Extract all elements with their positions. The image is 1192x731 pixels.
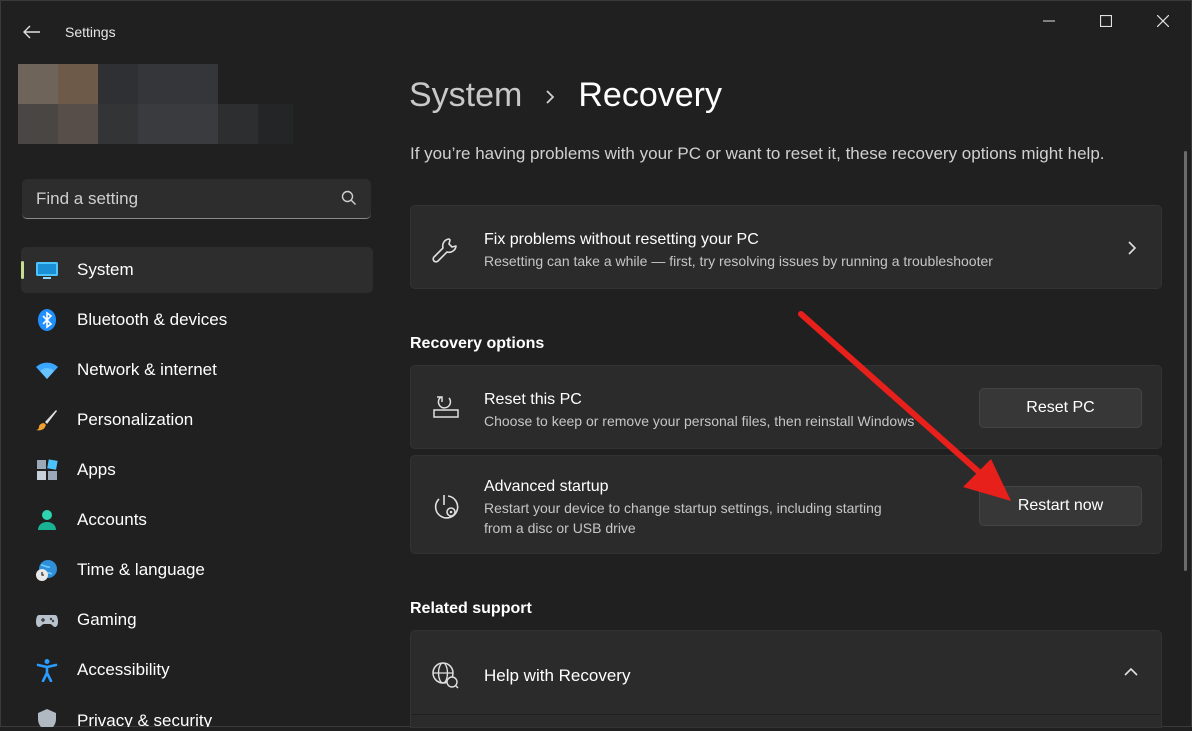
avatar-pixel <box>138 104 218 144</box>
avatar-pixel <box>98 104 138 144</box>
search-icon[interactable] <box>341 190 357 206</box>
sidebar-item-network[interactable]: Network & internet <box>21 347 373 393</box>
apps-icon <box>37 459 58 480</box>
globe-clock-icon <box>36 560 57 581</box>
maximize-button[interactable] <box>1077 1 1135 41</box>
active-indicator <box>21 261 24 279</box>
person-icon <box>38 510 56 530</box>
reset-pc-title: Reset this PC <box>484 391 582 408</box>
sidebar-item-label: System <box>77 260 134 279</box>
system-icon <box>36 262 58 279</box>
breadcrumb-chevron-icon <box>544 76 556 115</box>
back-button[interactable] <box>19 19 45 45</box>
sidebar-nav: System Bluetooth & devices Network & int… <box>21 247 373 731</box>
help-with-recovery-title: Help with Recovery <box>484 666 631 685</box>
reset-pc-card: Reset this PC Choose to keep or remove y… <box>410 365 1162 449</box>
sidebar-item-label: Personalization <box>77 410 194 429</box>
scrollbar[interactable] <box>1184 151 1187 571</box>
minimize-button[interactable] <box>1020 1 1078 41</box>
chevron-right-icon <box>1128 241 1137 255</box>
search-input[interactable] <box>22 179 338 219</box>
avatar-pixel <box>18 104 58 144</box>
breadcrumb: System Recovery <box>409 76 722 115</box>
bluetooth-icon <box>38 309 56 331</box>
sidebar-item-gaming[interactable]: Gaming <box>21 597 373 643</box>
app-title: Settings <box>65 24 116 40</box>
sidebar-item-label: Apps <box>77 460 116 479</box>
close-button[interactable] <box>1134 1 1192 41</box>
fix-problems-card[interactable]: Fix problems without resetting your PC R… <box>410 205 1162 289</box>
avatar-pixel <box>138 64 218 104</box>
avatar-pixel <box>98 64 138 104</box>
related-support-heading: Related support <box>410 600 532 617</box>
sidebar-item-accounts[interactable]: Accounts <box>21 497 373 543</box>
maximize-icon <box>1100 15 1112 27</box>
sidebar-item-label: Time & language <box>77 560 205 579</box>
sidebar-item-personalization[interactable]: Personalization <box>21 397 373 443</box>
fix-problems-subtitle: Resetting can take a while — first, try … <box>484 253 993 269</box>
avatar-pixel <box>58 64 98 104</box>
reset-pc-subtitle: Choose to keep or remove your personal f… <box>484 413 915 429</box>
close-icon <box>1157 15 1169 27</box>
chevron-up-icon[interactable] <box>1123 667 1139 677</box>
avatar-pixel <box>58 104 98 144</box>
page-description: If you’re having problems with your PC o… <box>410 144 1105 163</box>
sidebar-item-time-language[interactable]: Time & language <box>21 547 373 593</box>
advanced-startup-icon <box>434 495 459 519</box>
page-title: Recovery <box>578 76 722 114</box>
sidebar-item-accessibility[interactable]: Accessibility <box>21 647 373 693</box>
account-profile[interactable] <box>18 64 293 144</box>
recovery-options-heading: Recovery options <box>410 335 545 352</box>
gamepad-icon <box>36 615 58 627</box>
back-arrow-icon <box>23 25 40 39</box>
sidebar-item-label: Gaming <box>77 610 137 629</box>
sidebar-item-label: Accounts <box>77 510 147 529</box>
advanced-startup-title: Advanced startup <box>484 478 609 495</box>
settings-window: Settings System <box>0 0 1192 728</box>
reset-pc-icon <box>433 396 459 418</box>
sidebar-item-label: Privacy & security <box>77 711 213 727</box>
sidebar-item-system[interactable]: System <box>21 247 373 293</box>
avatar-pixel <box>218 104 258 144</box>
sidebar-item-privacy[interactable]: Privacy & security <box>21 697 373 727</box>
reset-pc-button[interactable]: Reset PC <box>979 388 1142 428</box>
title-bar: Settings <box>1 1 1191 63</box>
sidebar-item-label: Network & internet <box>77 360 217 379</box>
divider <box>411 714 1161 715</box>
avatar-pixel <box>258 104 293 144</box>
advanced-startup-subtitle-line1: Restart your device to change startup se… <box>484 500 882 516</box>
help-with-recovery-card[interactable]: Help with Recovery <box>410 630 1162 728</box>
advanced-startup-subtitle-line2: from a disc or USB drive <box>484 520 636 536</box>
globe-help-icon <box>432 662 459 689</box>
wifi-icon <box>36 362 58 379</box>
sidebar-item-bluetooth[interactable]: Bluetooth & devices <box>21 297 373 343</box>
sidebar-item-apps[interactable]: Apps <box>21 447 373 493</box>
avatar <box>18 64 58 104</box>
wrench-icon <box>432 238 457 263</box>
fix-problems-title: Fix problems without resetting your PC <box>484 231 759 248</box>
sidebar-item-label: Bluetooth & devices <box>77 310 228 329</box>
restart-now-button[interactable]: Restart now <box>979 486 1142 526</box>
advanced-startup-card: Advanced startup Restart your device to … <box>410 455 1162 554</box>
accessibility-icon <box>36 659 58 682</box>
minimize-icon <box>1043 20 1055 22</box>
breadcrumb-system[interactable]: System <box>409 76 522 115</box>
shield-icon <box>38 709 56 727</box>
search-box[interactable] <box>22 179 371 219</box>
brush-icon <box>36 410 57 431</box>
sidebar-item-label: Accessibility <box>77 660 170 679</box>
